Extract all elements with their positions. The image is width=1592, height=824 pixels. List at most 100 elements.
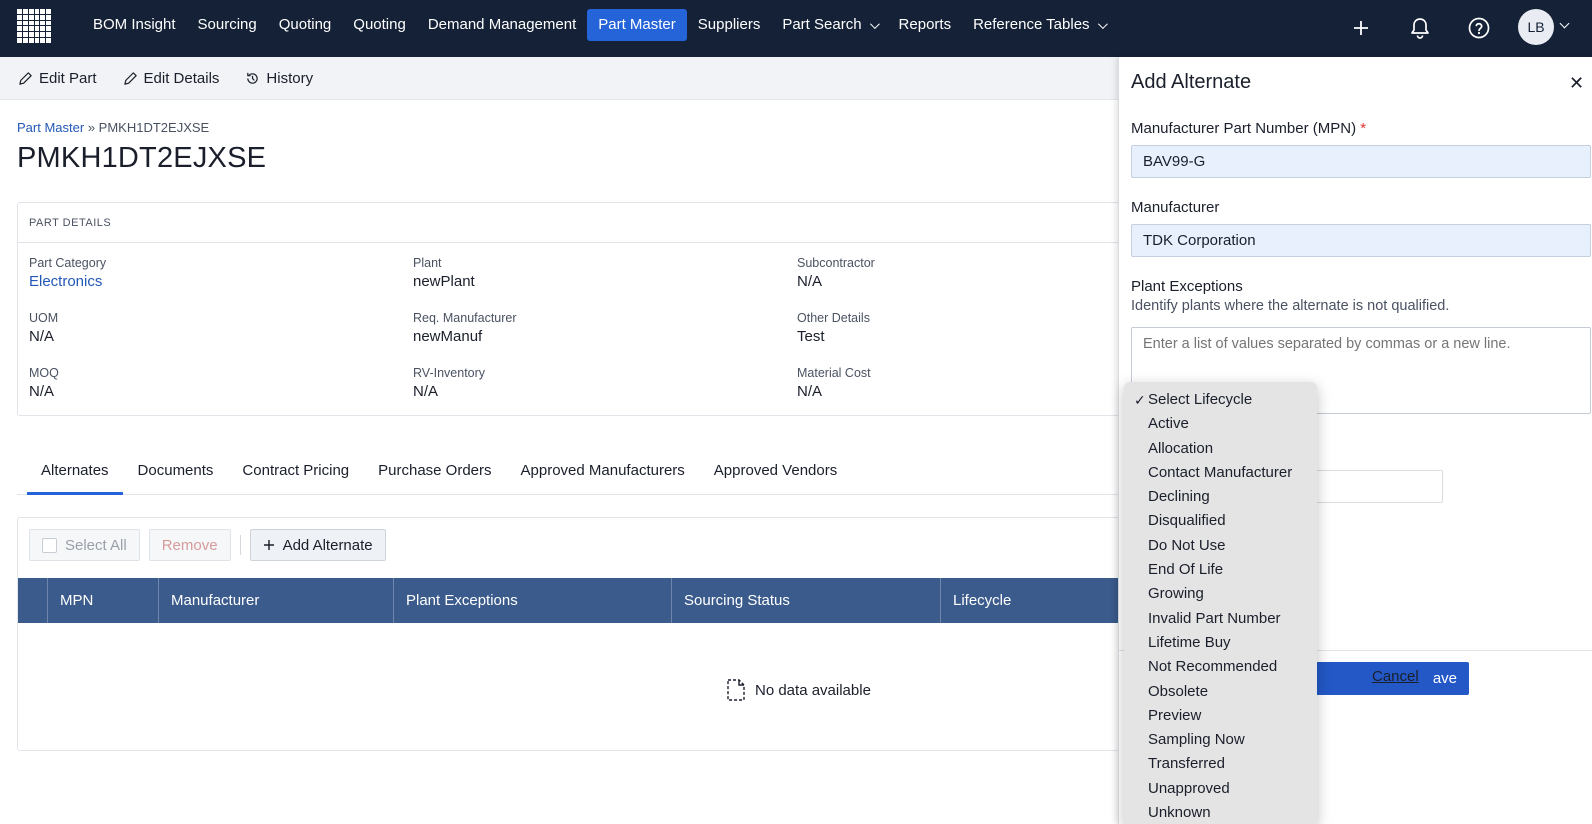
nav-item-demand-management[interactable]: Demand Management xyxy=(417,9,587,41)
lifecycle-option-do-not-use[interactable]: Do Not Use xyxy=(1124,534,1317,558)
lifecycle-option-label: Select Lifecycle xyxy=(1148,391,1253,408)
mpn-input[interactable] xyxy=(1131,145,1591,178)
lifecycle-option-sampling-now[interactable]: Sampling Now xyxy=(1124,728,1317,752)
nav-item-sourcing[interactable]: Sourcing xyxy=(187,9,268,41)
lifecycle-option-invalid-part-number[interactable]: Invalid Part Number xyxy=(1124,607,1317,631)
field-label: RV-Inventory xyxy=(413,366,486,380)
lifecycle-option-label: Sampling Now xyxy=(1148,731,1245,749)
nav-item-part-master[interactable]: Part Master xyxy=(587,9,687,41)
field-value: N/A xyxy=(29,383,55,400)
nav-item-quoting[interactable]: Quoting xyxy=(342,9,417,41)
add-alternate-label: Add Alternate xyxy=(282,536,373,554)
lifecycle-option-label: Active xyxy=(1148,415,1189,433)
lifecycle-option-allocation[interactable]: Allocation xyxy=(1124,437,1317,461)
panel-title: Add Alternate xyxy=(1131,71,1252,93)
tab-alternates[interactable]: Alternates xyxy=(27,453,123,495)
chevron-down-icon xyxy=(869,18,880,29)
breadcrumb-part-master-link[interactable]: Part Master xyxy=(17,120,84,135)
lifecycle-option-not-recommended[interactable]: Not Recommended xyxy=(1124,655,1317,679)
select-all-button[interactable]: Select All xyxy=(29,529,140,561)
pencil-icon xyxy=(123,71,137,85)
close-icon[interactable]: ✕ xyxy=(1569,73,1584,94)
help-icon[interactable] xyxy=(1465,14,1493,42)
mpn-label-text: Manufacturer Part Number (MPN) xyxy=(1131,120,1357,137)
lifecycle-option-label: Disqualified xyxy=(1148,512,1226,530)
nav-item-label: Suppliers xyxy=(697,16,761,33)
lifecycle-option-unapproved[interactable]: Unapproved xyxy=(1124,777,1317,801)
nav-item-label: Reference Tables xyxy=(973,16,1090,33)
select-all-label: Select All xyxy=(65,536,127,554)
field-value[interactable]: Electronics xyxy=(29,273,106,290)
nav-item-reference-tables[interactable]: Reference Tables xyxy=(962,9,1115,41)
chevron-down-icon[interactable] xyxy=(1559,18,1570,29)
breadcrumb: Part Master » PMKH1DT2EJXSE xyxy=(17,120,209,135)
mpn-label: Manufacturer Part Number (MPN) * xyxy=(1131,120,1366,137)
bell-icon[interactable] xyxy=(1406,14,1434,42)
column-header-plant-exceptions[interactable]: Plant Exceptions xyxy=(394,578,672,623)
lifecycle-option-contact-manufacturer[interactable]: Contact Manufacturer xyxy=(1124,461,1317,485)
empty-file-icon xyxy=(727,679,745,701)
remove-button[interactable]: Remove xyxy=(148,529,231,561)
checkmark-icon: ✓ xyxy=(1134,392,1146,408)
nav-item-quoting[interactable]: Quoting xyxy=(268,9,343,41)
plus-icon xyxy=(263,540,274,550)
page-title: PMKH1DT2EJXSE xyxy=(17,142,267,174)
app-logo-icon[interactable] xyxy=(17,9,51,43)
edit-details-button[interactable]: Edit Details xyxy=(123,69,220,87)
tab-purchase-orders[interactable]: Purchase Orders xyxy=(364,453,505,495)
lifecycle-option-select-lifecycle[interactable]: ✓ Select Lifecycle xyxy=(1124,388,1317,412)
lifecycle-option-disqualified[interactable]: Disqualified xyxy=(1124,509,1317,533)
nav-item-label: Demand Management xyxy=(427,16,577,33)
tab-approved-vendors[interactable]: Approved Vendors xyxy=(700,453,851,495)
cancel-button[interactable]: Cancel xyxy=(1372,668,1419,685)
empty-state-text: No data available xyxy=(755,681,871,699)
lifecycle-option-label: Invalid Part Number xyxy=(1148,609,1281,627)
nav-item-suppliers[interactable]: Suppliers xyxy=(687,9,772,41)
lifecycle-option-label: Do Not Use xyxy=(1148,536,1226,554)
field-label: Part Category xyxy=(29,256,107,270)
lifecycle-option-transferred[interactable]: Transferred xyxy=(1124,752,1317,776)
lifecycle-option-lifetime-buy[interactable]: Lifetime Buy xyxy=(1124,631,1317,655)
lifecycle-option-growing[interactable]: Growing xyxy=(1124,582,1317,606)
lifecycle-select[interactable] xyxy=(1299,470,1443,503)
nav-item-reports[interactable]: Reports xyxy=(888,9,963,41)
add-alternate-button[interactable]: Add Alternate xyxy=(249,529,386,561)
column-header-lifecycle[interactable]: Lifecycle xyxy=(941,578,1146,623)
lifecycle-option-active[interactable]: Active xyxy=(1124,412,1317,436)
manufacturer-input[interactable] xyxy=(1131,224,1591,257)
lifecycle-option-declining[interactable]: Declining xyxy=(1124,485,1317,509)
field-plant: Plant newPlant xyxy=(413,256,475,290)
plus-icon[interactable] xyxy=(1347,14,1375,42)
nav-item-part-search[interactable]: Part Search xyxy=(771,9,887,41)
field-moq: MOQ N/A xyxy=(29,366,59,400)
tab-approved-manufacturers[interactable]: Approved Manufacturers xyxy=(507,453,699,495)
select-all-checkbox[interactable] xyxy=(42,537,57,553)
field-uom: UOM N/A xyxy=(29,311,58,345)
lifecycle-option-unknown[interactable]: Unknown xyxy=(1124,801,1317,824)
tab-contract-pricing[interactable]: Contract Pricing xyxy=(228,453,363,495)
edit-part-button[interactable]: Edit Part xyxy=(18,70,97,87)
nav-item-label: Quoting xyxy=(353,16,406,33)
field-value: N/A xyxy=(29,328,55,345)
column-header-manufacturer[interactable]: Manufacturer xyxy=(159,578,394,623)
pencil-icon xyxy=(19,71,32,85)
nav-item-label: BOM Insight xyxy=(93,16,176,33)
plant-exceptions-label: Plant Exceptions xyxy=(1131,278,1243,295)
lifecycle-option-obsolete[interactable]: Obsolete xyxy=(1124,680,1317,704)
tab-documents[interactable]: Documents xyxy=(124,453,228,495)
history-button[interactable]: History xyxy=(245,70,313,87)
top-navbar: BOM Insight Sourcing Quoting Quoting Demand … xyxy=(0,0,1592,57)
column-header-sourcing-status[interactable]: Sourcing Status xyxy=(672,578,941,623)
nav-item-label: Part Master xyxy=(598,16,676,33)
lifecycle-option-end-of-life[interactable]: End Of Life xyxy=(1124,558,1317,582)
edit-details-label: Edit Details xyxy=(143,69,220,87)
lifecycle-option-label: Transferred xyxy=(1148,755,1225,773)
user-avatar[interactable]: LB xyxy=(1518,9,1554,45)
column-header-mpn[interactable]: MPN xyxy=(48,578,159,623)
nav-item-bom-insight[interactable]: BOM Insight xyxy=(82,9,187,41)
lifecycle-option-preview[interactable]: Preview xyxy=(1124,704,1317,728)
history-label: History xyxy=(266,69,314,87)
lifecycle-option-label: Lifetime Buy xyxy=(1148,633,1231,651)
field-label: Other Details xyxy=(797,311,870,325)
toolbar-divider xyxy=(239,535,241,555)
